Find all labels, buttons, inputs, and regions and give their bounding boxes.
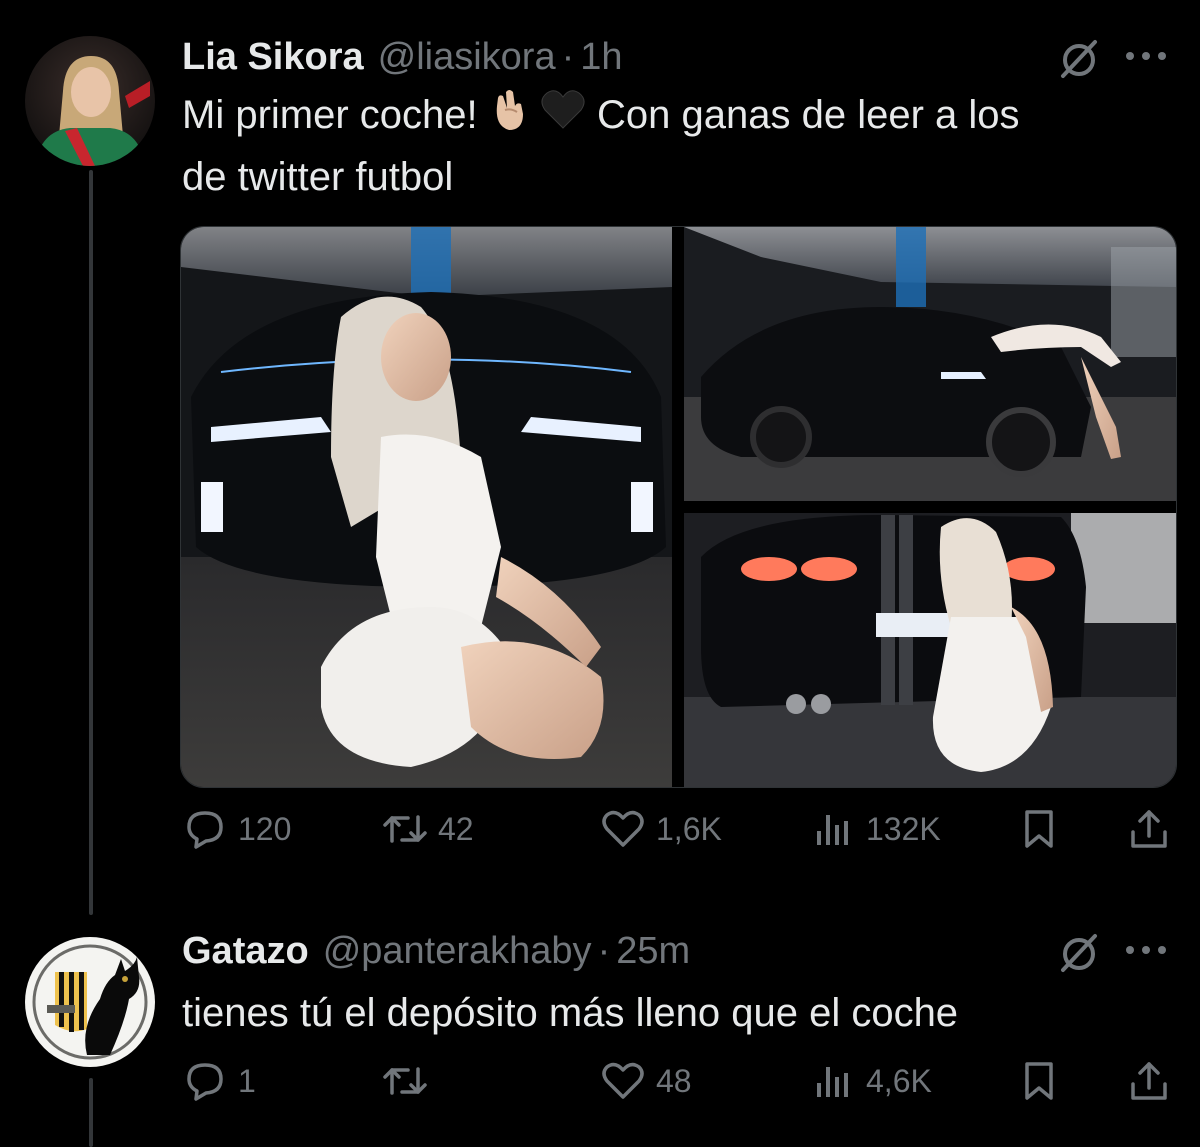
reply-grok-icon[interactable] [1055,928,1103,981]
heart-icon [600,1058,646,1104]
reply-views-button[interactable]: 4,6K [810,1058,932,1104]
reply-timestamp[interactable]: 25m [616,930,690,973]
reply-share-button[interactable] [1126,1058,1182,1104]
thread-line-bottom [89,1078,93,1147]
tweet-text-part-2: Con ganas de leer a los [597,93,1020,137]
media-grid [180,226,1177,788]
black-heart-icon [540,88,586,146]
tweet-header: Lia Sikora @liasikora · 1h [182,36,623,79]
reply-repost-button[interactable] [382,1058,438,1104]
handle[interactable]: @liasikora [378,36,556,79]
timestamp[interactable]: 1h [580,36,622,79]
reply-icon [182,806,228,852]
reply-bookmark-button[interactable] [1016,1058,1072,1104]
repost-count: 42 [438,810,474,847]
thread-line-top [89,170,93,915]
media-photo-2[interactable] [684,227,1176,501]
tweet-actions: 120 42 1,6K 132K [182,806,1172,866]
reply-reply-count: 1 [238,1062,256,1099]
avatar[interactable] [25,36,155,166]
bookmark-icon [1016,1058,1062,1104]
media-photo-1[interactable] [181,227,672,787]
reply-icon [182,1058,228,1104]
reply-view-count: 4,6K [866,1062,932,1099]
share-icon [1126,806,1172,852]
share-button[interactable] [1126,806,1182,852]
display-name[interactable]: Lia Sikora [182,36,364,79]
bookmark-button[interactable] [1016,806,1072,852]
grok-icon[interactable] [1055,34,1103,87]
like-count: 1,6K [656,810,722,847]
reply-text: tienes tú el depósito más lleno que el c… [182,991,959,1035]
share-icon [1126,1058,1172,1104]
reply-actions: 1 48 4,6K [182,1058,1172,1118]
heart-icon [600,806,646,852]
views-icon [810,1058,856,1104]
reply-like-button[interactable]: 48 [600,1058,692,1104]
repost-icon [382,806,428,852]
reply-avatar[interactable] [25,937,155,1067]
reply-like-count: 48 [656,1062,692,1099]
reply-display-name[interactable]: Gatazo [182,930,309,973]
repost-icon [382,1058,428,1104]
bookmark-icon [1016,806,1062,852]
reply-reply-button[interactable]: 1 [182,1058,256,1104]
reply-button[interactable]: 120 [182,806,291,852]
tweet-text-part-1: Mi primer coche! [182,93,478,137]
views-button[interactable]: 132K [810,806,941,852]
views-icon [810,806,856,852]
reply-header: Gatazo @panterakhaby · 25m [182,930,690,973]
tweet-text-line-1: Mi primer coche! Con ganas de leer a los [182,86,1142,148]
tweet-text-line-2: de twitter futbol [182,155,454,200]
reply-count: 120 [238,810,292,847]
reply-separator-dot: · [597,930,611,972]
repost-button[interactable]: 42 [382,806,474,852]
separator-dot: · [561,36,575,78]
reply-handle[interactable]: @panterakhaby [323,930,592,973]
crossed-fingers-icon [489,86,529,148]
like-button[interactable]: 1,6K [600,806,722,852]
tweet-text: Mi primer coche! Con ganas de leer a los… [182,86,1142,206]
reply-more-options-icon[interactable] [1122,938,1170,967]
view-count: 132K [866,810,941,847]
media-photo-3[interactable] [684,513,1176,787]
more-options-icon[interactable] [1122,44,1170,73]
